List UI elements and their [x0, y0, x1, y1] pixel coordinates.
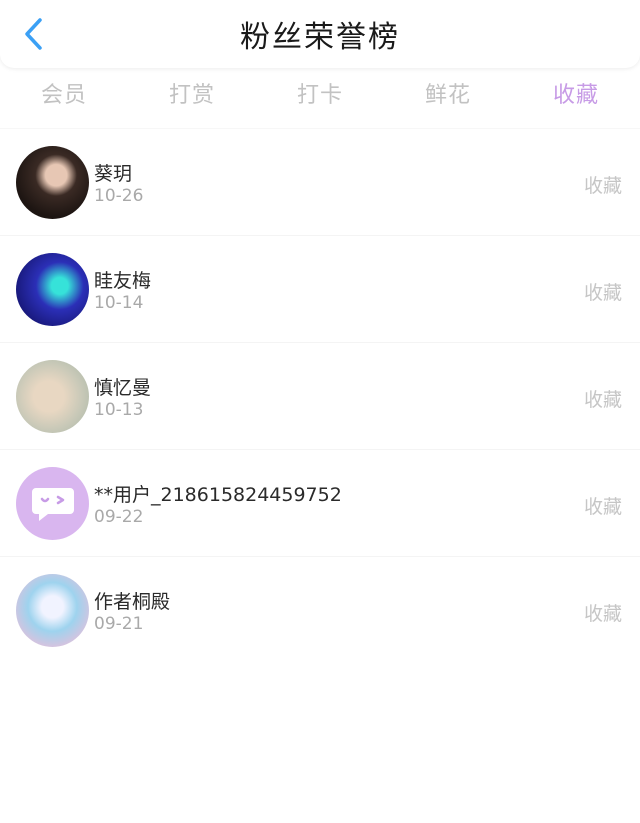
tab-tip[interactable]: 打赏	[128, 77, 256, 109]
favorite-label: 收藏	[583, 175, 622, 197]
favorite-label: 收藏	[583, 603, 622, 625]
tab-member[interactable]: 会员	[0, 77, 128, 109]
fan-name: **用户_218615824459752	[94, 484, 342, 506]
favorite-label: 收藏	[583, 389, 622, 411]
chevron-left-icon	[25, 18, 42, 50]
list-item[interactable]: 葵玥 10-26 收藏	[0, 128, 640, 235]
fan-date: 10-13	[94, 400, 144, 420]
favorite-label: 收藏	[583, 282, 622, 304]
avatar[interactable]	[16, 146, 89, 219]
back-button[interactable]	[14, 14, 54, 54]
page-title: 粉丝荣誉榜	[240, 20, 400, 55]
chat-bubble-icon	[31, 487, 74, 521]
fan-date: 10-14	[94, 293, 144, 313]
tab-checkin[interactable]: 打卡	[256, 77, 384, 109]
fan-date: 09-21	[94, 614, 144, 634]
list-item[interactable]: 作者桐殿 09-21 收藏	[0, 556, 640, 663]
fan-list: 葵玥 10-26 收藏 眭友梅 10-14 收藏 慎忆曼 10-13 收藏 **…	[0, 128, 640, 663]
fan-name: 作者桐殿	[94, 591, 171, 613]
avatar[interactable]	[16, 360, 89, 433]
header-bar: 粉丝荣誉榜	[0, 0, 640, 68]
fan-date: 10-26	[94, 186, 144, 206]
fan-date: 09-22	[94, 507, 144, 527]
avatar[interactable]	[16, 467, 89, 540]
avatar[interactable]	[16, 253, 89, 326]
avatar[interactable]	[16, 574, 89, 647]
tab-bar: 会员 打赏 打卡 鲜花 收藏	[0, 68, 640, 118]
tab-favorite[interactable]: 收藏	[512, 77, 640, 109]
favorite-label: 收藏	[583, 496, 622, 518]
fan-name: 眭友梅	[94, 270, 152, 292]
list-item[interactable]: 慎忆曼 10-13 收藏	[0, 342, 640, 449]
list-item[interactable]: 眭友梅 10-14 收藏	[0, 235, 640, 342]
tab-flower[interactable]: 鲜花	[384, 77, 512, 109]
fan-name: 葵玥	[94, 163, 133, 185]
fan-name: 慎忆曼	[94, 377, 152, 399]
page: 粉丝荣誉榜 会员 打赏 打卡 鲜花 收藏 葵玥 10-26 收藏 眭友梅 10-…	[0, 0, 640, 823]
list-item[interactable]: **用户_218615824459752 09-22 收藏	[0, 449, 640, 556]
